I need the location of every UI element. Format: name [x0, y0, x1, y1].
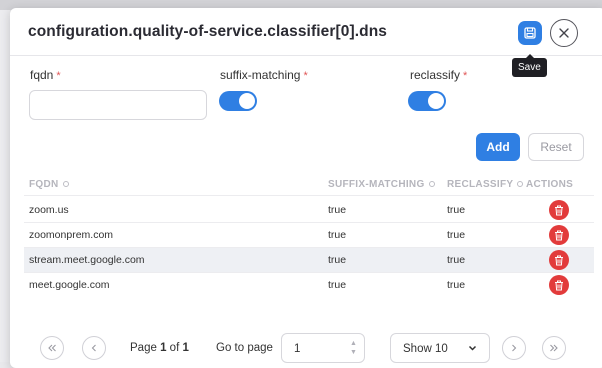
cell-fqdn: zoomonprem.com — [29, 229, 114, 241]
column-header-reclassify[interactable]: RECLASSIFY — [447, 179, 524, 190]
first-page-button[interactable] — [40, 336, 64, 360]
fqdn-label: fqdn * — [30, 68, 61, 82]
page-of: of — [169, 342, 180, 354]
reclassify-label: reclassify * — [410, 68, 467, 82]
delete-row-button[interactable] — [549, 200, 569, 220]
reclassify-label-text: reclassify — [410, 68, 461, 82]
trash-icon — [555, 255, 563, 265]
cell-reclassify: true — [447, 279, 466, 291]
required-marker: * — [56, 70, 61, 82]
column-header-label: RECLASSIFY — [447, 179, 514, 190]
trash-icon — [555, 205, 563, 215]
cell-suffix-matching: true — [328, 279, 347, 291]
stepper-icon[interactable]: ▲ ▼ — [350, 339, 357, 359]
add-button[interactable]: Add — [476, 133, 520, 161]
delete-row-button[interactable] — [549, 250, 569, 270]
toggle-knob — [428, 93, 444, 109]
sort-icon — [62, 181, 69, 187]
toggle-knob — [239, 93, 255, 109]
page-indicator: Page 1 of 1 — [130, 342, 189, 354]
save-tooltip: Save — [512, 54, 547, 77]
table-row: stream.meet.google.com true true — [24, 248, 594, 272]
dns-modal: configuration.quality-of-service.classif… — [10, 8, 602, 368]
column-header-actions: ACTIONS — [526, 179, 574, 190]
pagination-bar: Page 1 of 1 Go to page 1 ▲ ▼ Show 10 — [10, 330, 602, 368]
next-page-icon — [512, 344, 517, 352]
prev-page-icon — [91, 344, 96, 352]
page-prefix: Page — [130, 342, 157, 354]
table-row: zoomonprem.com true true — [24, 223, 594, 247]
page-size-select[interactable]: Show 10 — [390, 333, 490, 363]
cell-fqdn: stream.meet.google.com — [29, 254, 145, 266]
suffix-matching-label-text: suffix-matching — [220, 68, 301, 82]
save-button[interactable] — [518, 21, 542, 45]
total-pages: 1 — [182, 342, 189, 354]
fqdn-input[interactable] — [29, 90, 207, 120]
fqdn-label-text: fqdn — [30, 68, 54, 82]
save-icon — [524, 27, 536, 39]
go-to-page-input[interactable]: 1 ▲ ▼ — [281, 333, 365, 363]
cell-suffix-matching: true — [328, 254, 347, 266]
close-icon — [559, 28, 569, 38]
required-marker: * — [463, 70, 468, 82]
required-marker: * — [303, 70, 308, 82]
page-size-value: Show 10 — [403, 343, 448, 355]
suffix-matching-toggle[interactable] — [219, 91, 257, 111]
cell-reclassify: true — [447, 229, 466, 241]
cell-fqdn: meet.google.com — [29, 279, 110, 291]
go-to-page-label: Go to page — [216, 342, 273, 354]
column-header-suffix-matching[interactable]: SUFFIX-MATCHING — [328, 179, 435, 190]
modal-title: configuration.quality-of-service.classif… — [28, 23, 387, 40]
column-header-label: FQDN — [29, 179, 59, 190]
reclassify-toggle[interactable] — [408, 91, 446, 111]
modal-header: configuration.quality-of-service.classif… — [10, 8, 602, 56]
first-page-icon — [48, 344, 56, 352]
table-row: meet.google.com true true — [24, 273, 594, 297]
delete-row-button[interactable] — [549, 225, 569, 245]
chevron-down-icon — [468, 345, 477, 351]
delete-row-button[interactable] — [549, 275, 569, 295]
sort-icon — [517, 181, 524, 187]
next-page-button[interactable] — [502, 336, 526, 360]
last-page-icon — [550, 344, 558, 352]
cell-suffix-matching: true — [328, 204, 347, 216]
last-page-button[interactable] — [542, 336, 566, 360]
table-row: zoom.us true true — [24, 198, 594, 222]
cell-fqdn: zoom.us — [29, 204, 69, 216]
cell-suffix-matching: true — [328, 229, 347, 241]
table-header-divider — [24, 195, 594, 196]
backdrop-left-edge — [0, 10, 10, 362]
current-page: 1 — [160, 342, 167, 354]
suffix-matching-label: suffix-matching * — [220, 68, 308, 82]
sort-icon — [428, 181, 435, 187]
reset-button[interactable]: Reset — [528, 133, 584, 161]
column-header-fqdn[interactable]: FQDN — [29, 179, 69, 190]
trash-icon — [555, 280, 563, 290]
prev-page-button[interactable] — [82, 336, 106, 360]
cell-reclassify: true — [447, 254, 466, 266]
trash-icon — [555, 230, 563, 240]
column-header-label: SUFFIX-MATCHING — [328, 179, 425, 190]
close-button[interactable] — [550, 19, 578, 47]
go-to-page-value: 1 — [294, 343, 301, 355]
cell-reclassify: true — [447, 204, 466, 216]
